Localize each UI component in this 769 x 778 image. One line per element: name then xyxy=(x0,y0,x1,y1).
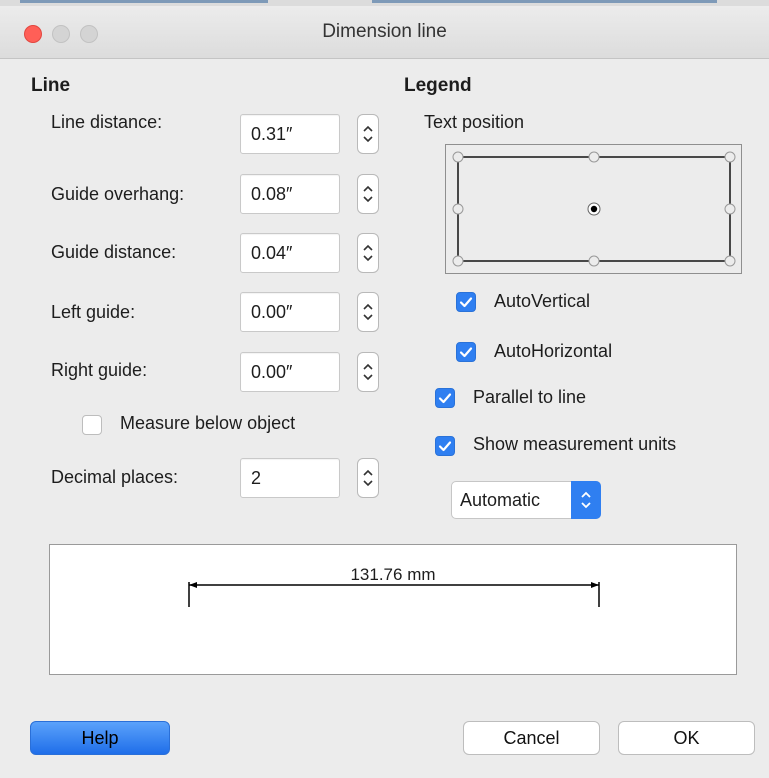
show-units-label: Show measurement units xyxy=(473,434,677,454)
measure-below-checkbox[interactable] xyxy=(82,415,102,435)
window-title: Dimension line xyxy=(322,21,447,42)
stepper-arrows-icon xyxy=(363,469,373,487)
select-arrows-icon xyxy=(571,481,601,519)
measure-below-label: Measure below object xyxy=(120,413,296,433)
checkmark-icon xyxy=(438,393,452,404)
ok-button[interactable]: OK xyxy=(618,721,755,755)
left-guide-field[interactable]: 0.00″ xyxy=(240,292,340,332)
guide-overhang-field[interactable]: 0.08″ xyxy=(240,174,340,214)
stepper-arrows-icon xyxy=(363,185,373,203)
show-units-checkbox[interactable] xyxy=(435,436,455,456)
decimal-places-field[interactable]: 2 xyxy=(240,458,340,498)
auto-vertical-checkbox[interactable] xyxy=(456,292,476,312)
parallel-to-line-checkbox[interactable] xyxy=(435,388,455,408)
line-section-heading: Line xyxy=(31,75,71,96)
right-guide-label: Right guide: xyxy=(51,360,148,380)
left-guide-stepper[interactable] xyxy=(357,292,379,332)
auto-horizontal-checkbox[interactable] xyxy=(456,342,476,362)
decimal-places-label: Decimal places: xyxy=(51,467,179,487)
line-distance-field[interactable]: 0.31″ xyxy=(240,114,340,154)
auto-vertical-label: AutoVertical xyxy=(494,291,591,311)
checkmark-icon xyxy=(438,441,452,452)
stepper-arrows-icon xyxy=(363,363,373,381)
checkmark-icon xyxy=(459,297,473,308)
right-guide-field[interactable]: 0.00″ xyxy=(240,352,340,392)
title-bar: Dimension line xyxy=(0,6,769,59)
text-position-grid xyxy=(452,151,736,267)
right-guide-stepper[interactable] xyxy=(357,352,379,392)
text-position-selector[interactable] xyxy=(445,144,742,274)
text-position-label: Text position xyxy=(424,112,525,132)
measurement-text: 131.76 mm xyxy=(350,565,436,584)
guide-overhang-label: Guide overhang: xyxy=(51,184,185,204)
stepper-arrows-icon xyxy=(363,244,373,262)
unit-select-value: Automatic xyxy=(460,490,541,510)
auto-horizontal-label: AutoHorizontal xyxy=(494,341,613,361)
line-distance-label: Line distance: xyxy=(51,112,163,132)
parallel-to-line-label: Parallel to line xyxy=(473,387,587,407)
stepper-arrows-icon xyxy=(363,125,373,143)
dimension-preview: 131.76 mm xyxy=(49,544,737,675)
left-guide-label: Left guide: xyxy=(51,302,136,322)
guide-distance-label: Guide distance: xyxy=(51,242,177,262)
cancel-button[interactable]: Cancel xyxy=(463,721,600,755)
guide-distance-field[interactable]: 0.04″ xyxy=(240,233,340,273)
help-button[interactable]: Help xyxy=(30,721,170,755)
decimal-places-stepper[interactable] xyxy=(357,458,379,498)
stepper-arrows-icon xyxy=(363,303,373,321)
line-distance-stepper[interactable] xyxy=(357,114,379,154)
guide-distance-stepper[interactable] xyxy=(357,233,379,273)
legend-section-heading: Legend xyxy=(404,75,472,96)
guide-overhang-stepper[interactable] xyxy=(357,174,379,214)
unit-select[interactable]: Automatic xyxy=(451,481,601,519)
checkmark-icon xyxy=(459,347,473,358)
